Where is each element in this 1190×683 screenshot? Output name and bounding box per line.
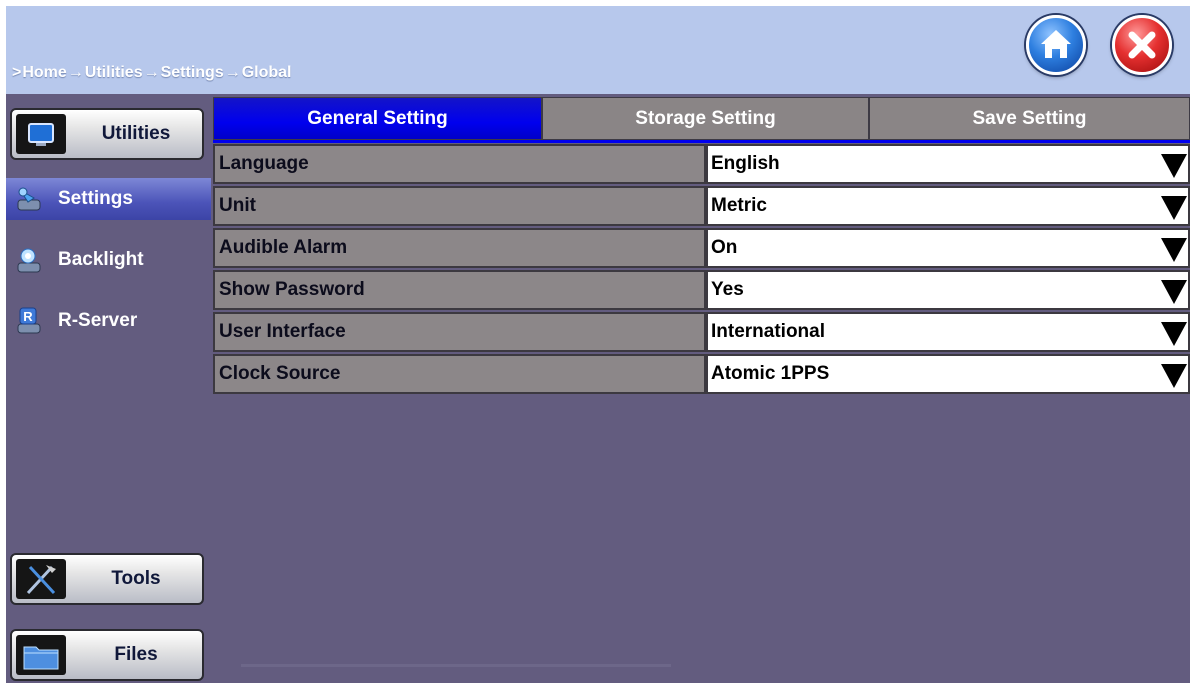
tab-save-setting[interactable]: Save Setting: [869, 97, 1190, 140]
breadcrumb: >Home→Utilities→Settings→Global: [12, 64, 293, 82]
setting-value: English: [711, 153, 780, 174]
files-label: Files: [114, 644, 158, 665]
setting-label: Unit: [213, 186, 706, 226]
header-bar: >Home→Utilities→Settings→Global: [6, 6, 1190, 94]
backlight-icon: [14, 245, 44, 275]
sidebar-item-label: Settings: [58, 188, 133, 209]
setting-value: International: [711, 321, 826, 342]
utilities-button[interactable]: Utilities: [10, 108, 204, 160]
sidebar-item-settings[interactable]: Settings: [6, 178, 211, 220]
show-password-dropdown[interactable]: Yes: [706, 270, 1190, 310]
main-panel: General Setting Storage Setting Save Set…: [211, 94, 1190, 683]
user-interface-dropdown[interactable]: International: [706, 312, 1190, 352]
tab-general-setting[interactable]: General Setting: [213, 97, 542, 140]
folder-icon: [16, 635, 66, 675]
clock-source-dropdown[interactable]: Atomic 1PPS: [706, 354, 1190, 394]
setting-value: On: [711, 237, 738, 258]
tab-storage-setting[interactable]: Storage Setting: [542, 97, 869, 140]
breadcrumb-utilities[interactable]: Utilities: [85, 64, 143, 81]
setting-value: Atomic 1PPS: [711, 363, 830, 384]
setting-row-clock-source: Clock Source Atomic 1PPS: [213, 354, 1190, 394]
setting-row-unit: Unit Metric: [213, 186, 1190, 226]
monitor-icon: [16, 114, 66, 154]
scrollbar[interactable]: [241, 664, 671, 667]
utilities-label: Utilities: [101, 123, 171, 144]
setting-label: Language: [213, 144, 706, 184]
dropdown-arrow-icon: [1161, 364, 1187, 388]
setting-row-user-interface: User Interface International: [213, 312, 1190, 352]
dropdown-arrow-icon: [1161, 322, 1187, 346]
home-icon: [1041, 30, 1071, 58]
sidebar-item-label: Backlight: [58, 249, 144, 270]
close-icon: [1128, 31, 1156, 59]
tools-label: Tools: [111, 568, 161, 589]
setting-label: Audible Alarm: [213, 228, 706, 268]
setting-label: User Interface: [213, 312, 706, 352]
setting-value: Metric: [711, 195, 767, 216]
audible-alarm-dropdown[interactable]: On: [706, 228, 1190, 268]
sidebar: Utilities Settings Backlight R R-Server …: [6, 94, 211, 683]
breadcrumb-home[interactable]: Home: [22, 64, 66, 81]
tools-button[interactable]: Tools: [10, 553, 204, 605]
unit-dropdown[interactable]: Metric: [706, 186, 1190, 226]
setting-label: Clock Source: [213, 354, 706, 394]
dropdown-arrow-icon: [1161, 196, 1187, 220]
breadcrumb-sep: →: [67, 64, 84, 81]
settings-icon: [14, 184, 44, 214]
sidebar-item-r-server[interactable]: R R-Server: [6, 300, 211, 342]
setting-row-language: Language English: [213, 144, 1190, 184]
breadcrumb-sep: →: [143, 64, 160, 81]
setting-value: Yes: [711, 279, 744, 300]
breadcrumb-settings[interactable]: Settings: [161, 64, 224, 81]
dropdown-arrow-icon: [1161, 238, 1187, 262]
sidebar-item-label: R-Server: [58, 310, 138, 331]
sidebar-item-backlight[interactable]: Backlight: [6, 239, 211, 281]
breadcrumb-sep: →: [224, 64, 241, 81]
r-server-icon: R: [14, 306, 44, 336]
files-button[interactable]: Files: [10, 629, 204, 681]
close-button[interactable]: [1112, 15, 1172, 75]
dropdown-arrow-icon: [1161, 280, 1187, 304]
breadcrumb-sep: >: [12, 64, 22, 81]
svg-text:R: R: [23, 309, 33, 324]
tab-underline: [213, 140, 1190, 143]
breadcrumb-global: Global: [241, 64, 292, 81]
dropdown-arrow-icon: [1161, 154, 1187, 178]
home-button[interactable]: [1026, 15, 1086, 75]
tools-icon: [16, 559, 66, 599]
setting-label: Show Password: [213, 270, 706, 310]
setting-row-show-password: Show Password Yes: [213, 270, 1190, 310]
language-dropdown[interactable]: English: [706, 144, 1190, 184]
tab-bar: General Setting Storage Setting Save Set…: [213, 97, 1190, 140]
setting-row-audible-alarm: Audible Alarm On: [213, 228, 1190, 268]
